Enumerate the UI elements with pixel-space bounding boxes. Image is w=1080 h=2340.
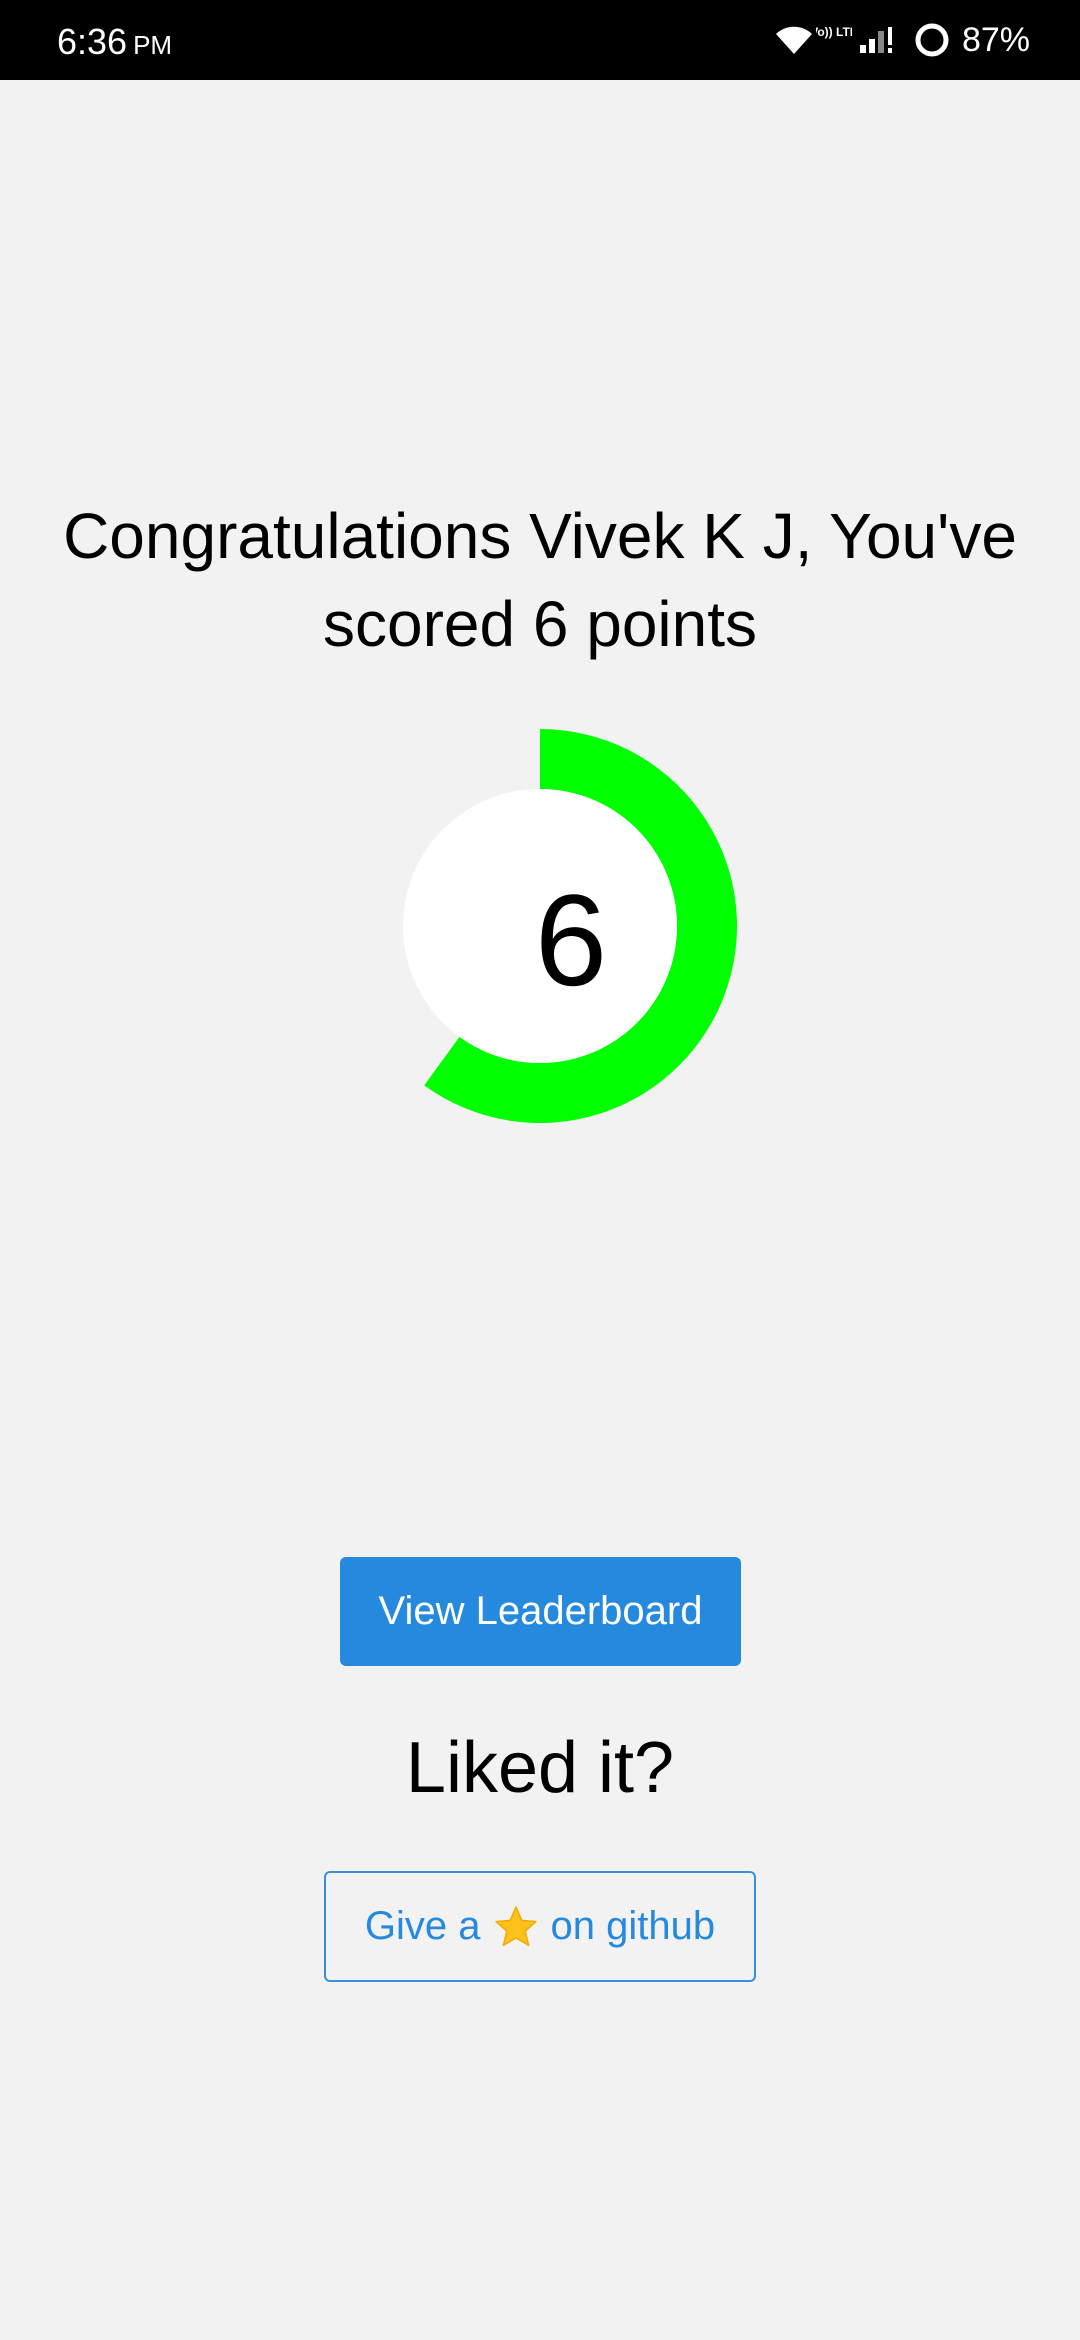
battery-percent: 87% xyxy=(961,21,1030,59)
github-star-button[interactable]: Give a on github xyxy=(324,1871,756,1982)
result-headline: Congratulations Vivek K J, You've scored… xyxy=(63,500,1017,660)
status-time: 6:36 PM xyxy=(57,0,172,80)
star-icon xyxy=(493,1904,539,1950)
volte-icon-label: Vo)) LTE xyxy=(816,25,852,39)
view-leaderboard-button[interactable]: View Leaderboard xyxy=(340,1557,741,1666)
status-time-value: 6:36 xyxy=(57,21,128,62)
status-time-ampm: PM xyxy=(133,30,173,60)
liked-it-text: Liked it? xyxy=(405,1728,675,1808)
battery-icon xyxy=(914,22,950,58)
status-icons: Vo)) LTE 87% xyxy=(774,0,1030,80)
status-bar: 6:36PM Vo)) LTE xyxy=(0,0,1080,80)
volte-icon: Vo)) LTE xyxy=(816,22,852,58)
github-button-suffix: on github xyxy=(550,1904,716,1948)
signal-icon xyxy=(859,25,894,55)
github-button-prefix: Give a xyxy=(364,1904,481,1948)
wifi-icon xyxy=(774,24,814,56)
score-value: 6 xyxy=(534,867,608,1013)
score-gauge: 6 xyxy=(400,727,740,1125)
